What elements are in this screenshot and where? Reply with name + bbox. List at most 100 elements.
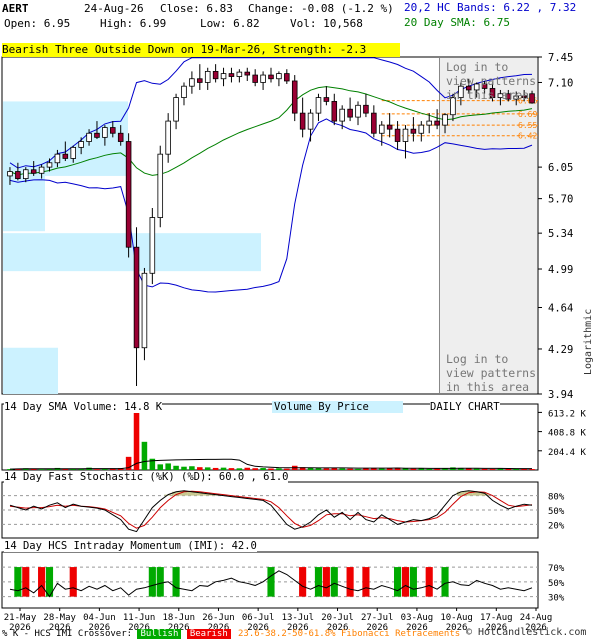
candle-body (244, 71, 251, 76)
footer-legend: % K - HCS IMI Crossover: Bullish Bearish (2, 629, 231, 639)
imi-signal-bar (322, 567, 330, 597)
imi-signal-bar (362, 567, 370, 597)
stochastic-tick-label: 20% (548, 521, 565, 531)
candle-body (355, 104, 361, 118)
candle-body (418, 124, 425, 134)
volume-bar (473, 468, 480, 470)
candle-body (323, 97, 330, 102)
x-tick-label: 06-Jul (242, 613, 275, 623)
candle-body (220, 73, 227, 80)
login-prompt-bottom[interactable]: Log in to view patterns in this area (446, 352, 536, 394)
candle-body (78, 141, 84, 148)
x-tick-label: 10-Aug (440, 613, 473, 623)
price-tick-label: 5.70 (548, 194, 573, 206)
candle-body (315, 97, 322, 114)
pattern-banner[interactable]: Bearish Three Outside Down on 19-Mar-26,… (2, 43, 400, 57)
login-line: Log in to (446, 352, 509, 366)
header-close: Close: 6.83 (160, 2, 233, 15)
candle-body (426, 120, 432, 126)
login-line: view patterns (446, 366, 537, 380)
volume-bar (323, 468, 330, 470)
header-change: Change: -0.08 (-1.2 %) (248, 2, 394, 15)
imi-signal-bar (267, 567, 275, 597)
x-tick-label: 21-May (4, 613, 37, 623)
imi-chart: 70%50%30%21-May202628-May202604-Jun20261… (1, 551, 565, 633)
volume-bar (481, 468, 488, 470)
login-line: Log in to (446, 60, 509, 74)
imi-signal-bar (394, 567, 402, 597)
candle-body (157, 153, 164, 218)
x-tick-label: 27-Jul (361, 613, 394, 623)
volume-bar (260, 468, 266, 470)
volume-label: 14 Day SMA Volume: 14.8 K (4, 401, 163, 413)
header-sma: 20 Day SMA: 6.75 (404, 16, 510, 29)
candle-body (228, 73, 235, 77)
volume-bar (489, 469, 496, 470)
candle-body (268, 74, 274, 80)
volume-bar (513, 468, 519, 470)
header-date: 24-Aug-26 (84, 2, 144, 15)
candle-body (378, 124, 385, 134)
candle-body (236, 71, 243, 77)
x-tick-label: 13-Jul (282, 613, 315, 623)
candle-body (133, 246, 140, 349)
candle-body (434, 120, 440, 126)
candle-body (331, 101, 338, 122)
x-tick-label: 28-May (43, 613, 76, 623)
volume-bar (529, 469, 535, 470)
imi-signal-bar (409, 567, 417, 597)
imi-tick-label: 70% (548, 564, 565, 574)
header-vol: Vol: 10,568 (290, 17, 363, 30)
volume-bar (228, 468, 235, 470)
candle-body (410, 128, 417, 134)
candle-body (125, 141, 132, 248)
vbp-label: Volume By Price (272, 401, 403, 413)
candle-body (363, 104, 369, 114)
log-scale-label: Logarithmic (583, 308, 594, 375)
login-line: view patterns (446, 74, 537, 88)
x-tick-label: 17-Aug (480, 613, 513, 623)
header-high: High: 6.99 (100, 17, 167, 30)
candle-body (62, 153, 69, 159)
imi-signal-bar (172, 567, 180, 597)
login-line: in this area (446, 380, 530, 394)
volume-tick-label: 613.2 K (548, 409, 587, 419)
volume-bar (244, 467, 251, 470)
candle-body (181, 85, 187, 98)
candle-body (23, 169, 29, 180)
candle-body (38, 166, 45, 174)
candle-body (110, 127, 116, 134)
x-tick-label: 18-Jun (163, 613, 196, 623)
login-line: in this area (446, 88, 530, 102)
candle-body (299, 112, 306, 130)
candle-body (260, 74, 266, 83)
volume-bar (236, 468, 243, 470)
volume-bar (181, 466, 187, 470)
volume-by-price-zone (3, 347, 58, 394)
imi-tick-label: 30% (548, 594, 565, 604)
header-bands: 20,2 HC Bands: 6.22 , 7.32 (404, 1, 577, 14)
candle-body (197, 78, 203, 83)
candle-body (149, 217, 156, 274)
price-tick-label: 6.05 (548, 162, 573, 174)
candle-body (189, 78, 195, 87)
candle-body (54, 153, 61, 164)
volume-bar (133, 408, 140, 470)
candle-body (284, 73, 290, 82)
price-tick-label: 4.29 (548, 344, 573, 356)
price-tick-label: 4.99 (548, 264, 573, 276)
volume-bar (141, 441, 148, 470)
volume-bar (410, 468, 417, 470)
stochastic-tick-label: 80% (548, 493, 565, 503)
price-tick-label: 3.94 (548, 389, 573, 401)
candle-body (94, 132, 100, 138)
volume-tick-label: 408.8 K (548, 429, 587, 439)
fib-label: 6.69 (518, 110, 537, 119)
candle-body (394, 128, 401, 142)
login-prompt-top[interactable]: Log in to view patterns in this area (446, 60, 536, 102)
candle-body (165, 120, 171, 155)
volume-bar (94, 469, 100, 470)
copyright[interactable]: © HotCandlestick.com (466, 627, 586, 638)
candle-body (339, 108, 345, 122)
volume-bar (204, 467, 211, 470)
